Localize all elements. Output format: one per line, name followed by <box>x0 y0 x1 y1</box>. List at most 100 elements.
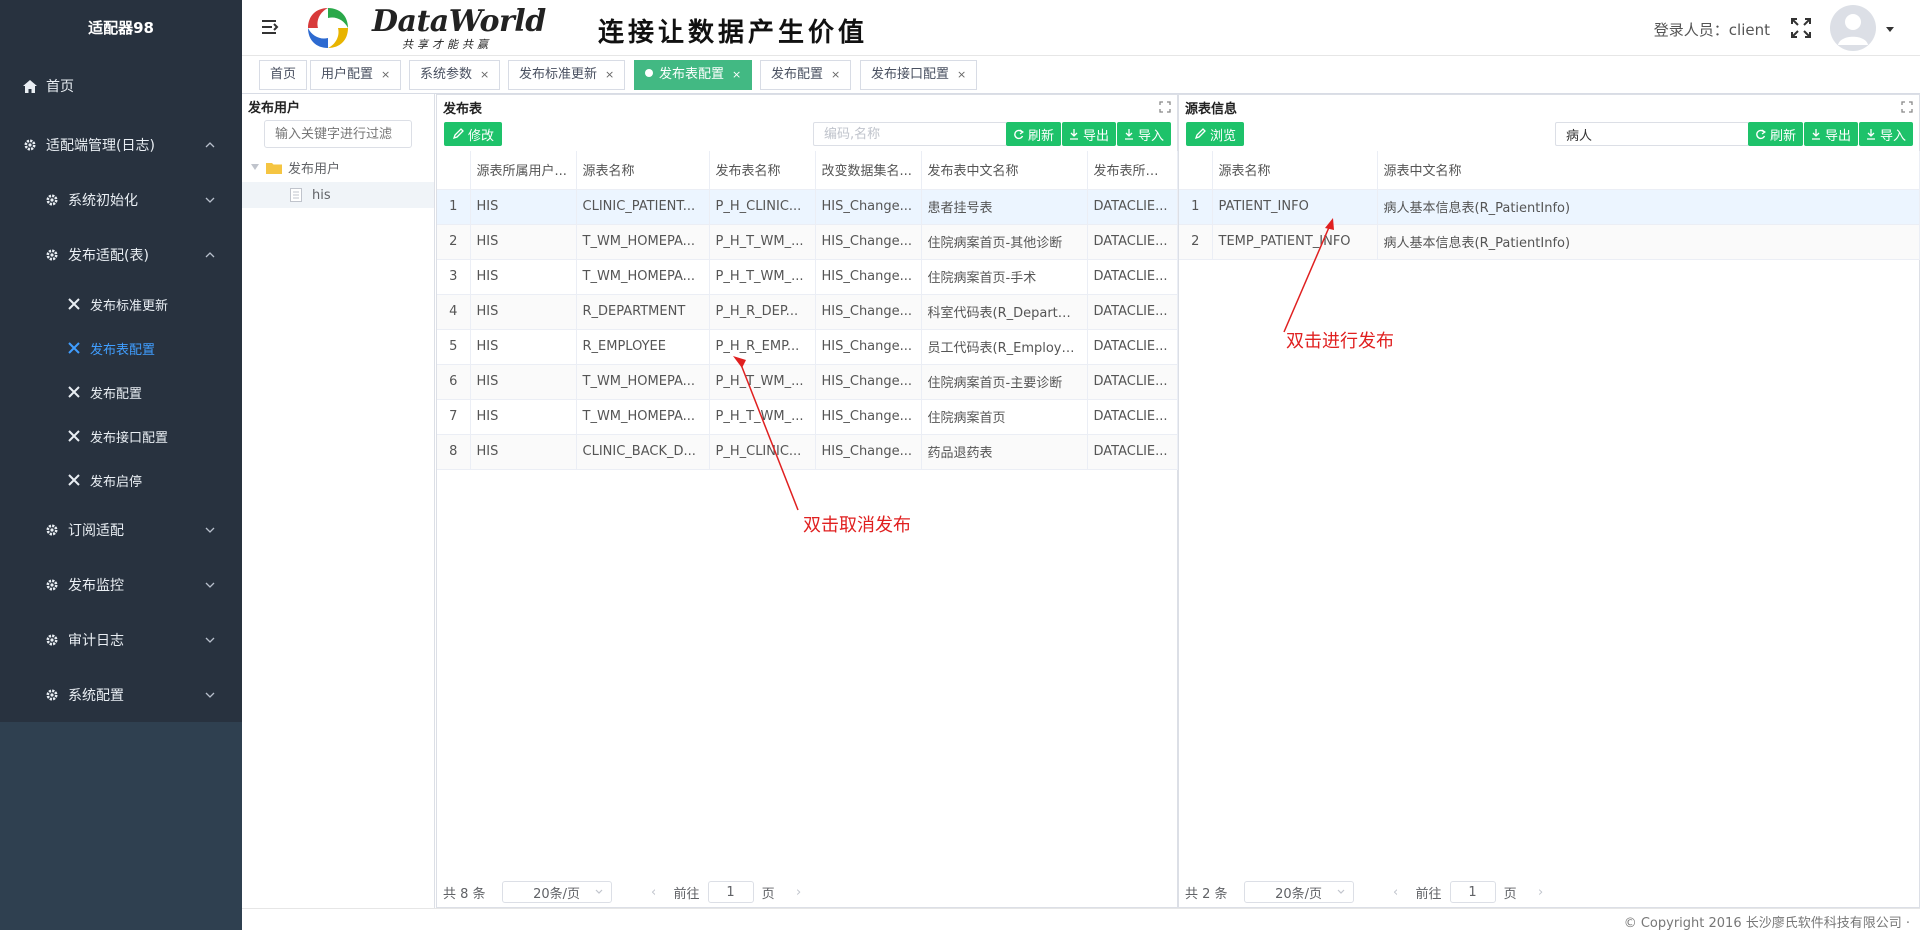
import-button[interactable]: 导入 <box>1859 122 1913 146</box>
tab-publish-table-config[interactable]: 发布表配置 × <box>634 60 753 90</box>
close-icon[interactable]: × <box>957 61 966 89</box>
sidebar-item-label: 首页 <box>46 79 74 95</box>
close-icon[interactable]: × <box>605 61 614 89</box>
table-cell: DATACLIE... <box>1087 329 1178 365</box>
page-size-select[interactable]: 20条/页 <box>1243 881 1354 903</box>
page-suffix: 页 <box>761 886 775 902</box>
tab-user-config[interactable]: 用户配置 × <box>310 60 402 90</box>
tree-node-his[interactable]: his <box>242 182 434 208</box>
prev-page-icon[interactable]: ‹ <box>646 885 662 900</box>
prev-page-icon[interactable]: ‹ <box>1388 885 1404 900</box>
download-icon <box>1069 128 1078 140</box>
refresh-button[interactable]: 刷新 <box>1006 122 1061 146</box>
sidebar-item-publish-standard-update[interactable]: 发布标准更新 <box>0 284 242 324</box>
sidebar-item-publish-start-stop[interactable]: 发布启停 <box>0 460 242 500</box>
column-header[interactable]: 发布表所属... <box>1087 151 1178 190</box>
page-size-value: 20条/页 <box>533 886 581 902</box>
tab-publish-interface-config[interactable]: 发布接口配置 × <box>860 60 978 90</box>
table-cell: T_WM_HOMEPA... <box>576 364 710 400</box>
table-cell: HIS_Change... <box>815 259 922 295</box>
sidebar-item-system-init[interactable]: 系统初始化 <box>0 180 242 220</box>
sidebar-item-audit-log[interactable]: 审计日志 <box>0 620 242 660</box>
table-row[interactable]: 7 HIS T_WM_HOMEPA... P_H_T_WM_... HIS_Change… <box>437 399 1178 435</box>
close-icon[interactable]: × <box>381 61 390 89</box>
expand-icon[interactable] <box>1901 101 1913 113</box>
column-header[interactable]: 改变数据集名... <box>815 151 922 190</box>
caret-down-icon[interactable] <box>1886 27 1894 33</box>
source-search-input[interactable] <box>1555 122 1749 146</box>
export-button[interactable]: 导出 <box>1062 122 1116 146</box>
table-row[interactable]: 2 HIS T_WM_HOMEPA... P_H_T_WM_... HIS_Change… <box>437 224 1178 260</box>
tab-bar: 首页 用户配置 × 系统参数 × 发布标准更新 × 发布表配置 × 发布配置 × 发布接口… <box>242 56 1920 94</box>
sidebar-item-publish-adapter[interactable]: 发布适配(表) <box>0 235 242 275</box>
page-number-input[interactable] <box>707 881 754 903</box>
tree-node-root[interactable]: 发布用户 <box>250 154 340 180</box>
column-header[interactable]: 源表名称 <box>1212 151 1378 190</box>
table-row[interactable]: 3 HIS T_WM_HOMEPA... P_H_T_WM_... HIS_Change… <box>437 259 1178 295</box>
sidebar-item-publish-table-config[interactable]: 发布表配置 <box>0 328 242 368</box>
table-row[interactable]: 1 HIS CLINIC_PATIENT... P_H_CLINIC... HIS_Ch… <box>437 189 1178 225</box>
row-index: 1 <box>437 189 471 225</box>
sidebar-item-publish-config[interactable]: 发布配置 <box>0 372 242 412</box>
edit-button[interactable]: 修改 <box>444 122 502 146</box>
page-number-input[interactable] <box>1449 881 1496 903</box>
table-row[interactable]: 8 HIS CLINIC_BACK_D... P_H_CLINIC... HIS_Cha… <box>437 434 1178 470</box>
table-row[interactable]: 5 HIS R_EMPLOYEE P_H_R_EMP... HIS_Change... 员… <box>437 329 1178 365</box>
sidebar-item-adapter-management[interactable]: 适配端管理(日志) <box>0 125 242 165</box>
tab-system-params[interactable]: 系统参数 × <box>409 60 501 90</box>
table-cell: HIS_Change... <box>815 329 922 365</box>
column-header[interactable]: 发布表中文名称 <box>921 151 1088 190</box>
fullscreen-icon[interactable] <box>1790 17 1812 39</box>
menu-toggle-icon[interactable] <box>260 17 280 37</box>
export-button[interactable]: 导出 <box>1804 122 1858 146</box>
publish-table-panel: 发布表 修改 刷新 导出 导入 源表所属用户... 源表名称 发布表名称 改变数… <box>436 94 1178 908</box>
table-row[interactable]: 4 HIS R_DEPARTMENT P_H_R_DEP... HIS_Change..… <box>437 294 1178 330</box>
gear-icon <box>44 632 60 648</box>
table-cell: T_WM_HOMEPA... <box>576 224 710 260</box>
table-row[interactable]: 2 TEMP_PATIENT_INFO 病人基本信息表(R_PatientInfo) <box>1179 224 1920 260</box>
refresh-button[interactable]: 刷新 <box>1748 122 1803 146</box>
tab-publish-standard-update[interactable]: 发布标准更新 × <box>508 60 626 90</box>
publish-search-input[interactable] <box>813 122 1007 146</box>
page-size-select[interactable]: 20条/页 <box>501 881 612 903</box>
sidebar-item-subscribe-adapter[interactable]: 订阅适配 <box>0 510 242 550</box>
close-icon[interactable]: × <box>831 61 840 89</box>
button-label: 修改 <box>467 128 494 144</box>
table-cell: 住院病案首页 <box>921 399 1088 435</box>
table-cell: T_WM_HOMEPA... <box>576 259 710 295</box>
gear-icon <box>44 247 60 263</box>
column-header[interactable]: 源表所属用户... <box>470 151 577 190</box>
sidebar-item-publish-monitor[interactable]: 发布监控 <box>0 565 242 605</box>
table-cell: 科室代码表(R_Departm... <box>921 294 1088 330</box>
home-icon <box>22 78 38 94</box>
refresh-icon <box>1756 129 1766 139</box>
expand-icon[interactable] <box>1159 101 1171 113</box>
caret-down-icon[interactable] <box>250 162 260 172</box>
column-header[interactable]: 源表名称 <box>576 151 710 190</box>
column-header[interactable]: 源表中文名称 <box>1377 151 1920 190</box>
refresh-icon <box>1014 129 1024 139</box>
tab-home[interactable]: 首页 <box>259 60 308 90</box>
app-title: 适配器98 <box>88 19 154 37</box>
import-button[interactable]: 导入 <box>1117 122 1171 146</box>
avatar[interactable] <box>1830 5 1876 51</box>
table-cell: P_H_CLINIC... <box>709 189 816 225</box>
column-header[interactable]: 发布表名称 <box>709 151 816 190</box>
next-page-icon[interactable]: › <box>791 885 807 900</box>
table-row[interactable]: 6 HIS T_WM_HOMEPA... P_H_T_WM_... HIS_Change… <box>437 364 1178 400</box>
sidebar-item-system-config[interactable]: 系统配置 <box>0 675 242 715</box>
browse-button[interactable]: 浏览 <box>1186 122 1244 146</box>
tab-label: 发布接口配置 <box>871 67 950 82</box>
close-icon[interactable]: × <box>732 61 741 89</box>
brand-name: DataWorld <box>372 4 546 39</box>
sidebar-item-home[interactable]: 首页 <box>0 66 242 106</box>
tree-filter-input[interactable] <box>264 120 412 148</box>
top-header: DataWorld 共享才能共赢 连接让数据产生价值 登录人员：client <box>242 0 1920 56</box>
tab-publish-config[interactable]: 发布配置 × <box>760 60 852 90</box>
folder-icon <box>266 162 282 174</box>
table-row[interactable]: 1 PATIENT_INFO 病人基本信息表(R_PatientInfo) <box>1179 189 1920 225</box>
next-page-icon[interactable]: › <box>1533 885 1549 900</box>
close-icon[interactable]: × <box>480 61 489 89</box>
table-cell: DATACLIE... <box>1087 259 1178 295</box>
sidebar-item-publish-interface-config[interactable]: 发布接口配置 <box>0 416 242 456</box>
